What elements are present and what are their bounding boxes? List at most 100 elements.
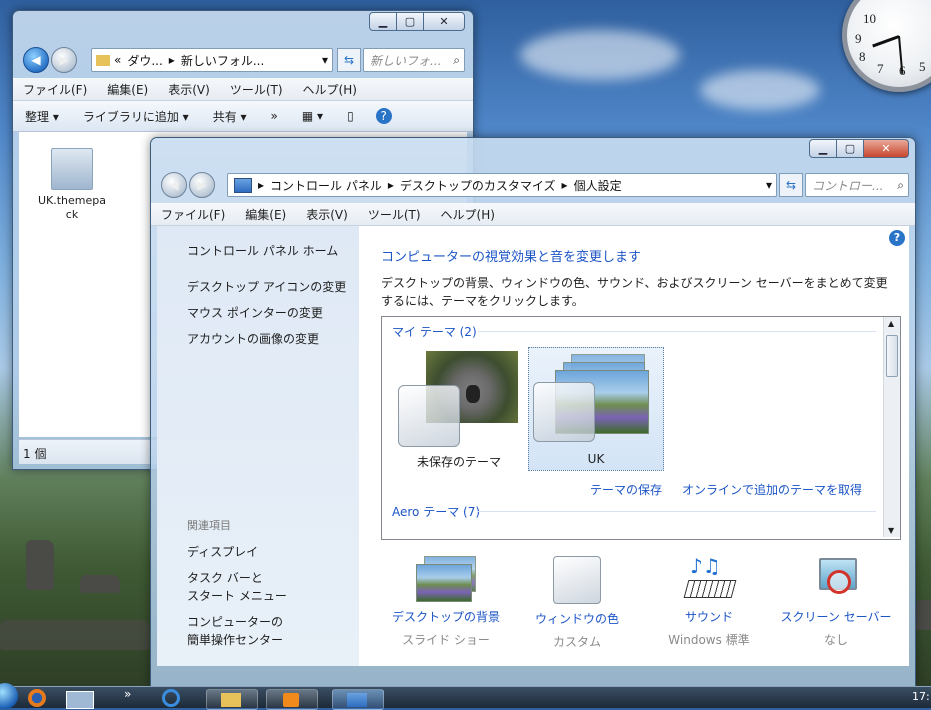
account-picture-link[interactable]: アカウントの画像の変更 bbox=[187, 330, 319, 347]
back-button[interactable]: ◀ bbox=[23, 47, 49, 73]
cp-address-bar[interactable]: ▸ コントロール パネル ▸ デスクトップのカスタマイズ ▸ 個人設定 ▾ bbox=[227, 173, 777, 197]
menu-item[interactable]: ファイル(F) bbox=[13, 81, 97, 98]
clock-hour-hand bbox=[872, 35, 900, 48]
clock-numeral: 5 bbox=[919, 59, 926, 74]
menu-item[interactable]: 編集(E) bbox=[97, 81, 158, 98]
forward-button[interactable]: ▶ bbox=[189, 172, 215, 198]
help-icon[interactable]: ? bbox=[375, 108, 392, 124]
chevron-down-icon[interactable]: ▾ bbox=[766, 178, 776, 192]
scrollbar-thumb[interactable] bbox=[886, 335, 898, 377]
screen-saver-icon bbox=[813, 556, 859, 602]
setting-sub: Windows 標準 bbox=[668, 633, 750, 647]
menu-item[interactable]: ツール(T) bbox=[220, 81, 293, 98]
cp-search-input[interactable]: コントロー... ⌕ bbox=[805, 173, 909, 197]
overflow-icon[interactable]: » bbox=[124, 687, 131, 701]
file-item[interactable]: UK.themepack bbox=[37, 148, 107, 222]
screen-saver-item[interactable]: スクリーン セーバー なし bbox=[771, 556, 901, 648]
explorer-caption-buttons: ▁ ▢ ✕ bbox=[369, 12, 465, 31]
show-desktop-icon[interactable] bbox=[66, 691, 94, 709]
organize-button[interactable]: 整理 ▾ bbox=[13, 108, 71, 125]
menu-item[interactable]: 表示(V) bbox=[158, 81, 220, 98]
koala-nose bbox=[466, 385, 480, 403]
group-divider bbox=[478, 331, 876, 332]
search-placeholder: 新しいフォ... bbox=[370, 53, 442, 68]
chevron-right-icon: ▸ bbox=[168, 53, 175, 67]
breadcrumb-item[interactable]: 個人設定 bbox=[574, 177, 622, 194]
menu-item[interactable]: 表示(V) bbox=[296, 206, 358, 223]
more-button[interactable]: » bbox=[259, 109, 290, 123]
setting-title: ウィンドウの色 bbox=[534, 612, 619, 626]
breadcrumb-item[interactable]: デスクトップのカスタマイズ bbox=[400, 177, 556, 194]
control-panel-window[interactable]: ▁ ▢ ✕ ◀ ▶ ▸ コントロール パネル ▸ デスクトップのカスタマイズ ▸… bbox=[150, 137, 916, 688]
search-placeholder: コントロー... bbox=[812, 178, 884, 193]
cp-home-link[interactable]: コントロール パネル ホーム bbox=[187, 242, 338, 259]
ie-icon[interactable] bbox=[162, 689, 180, 707]
explorer-address-bar[interactable]: « ダウ... ▸ 新しいフォル... ▾ bbox=[91, 48, 333, 72]
window-glass-thumbnail bbox=[533, 382, 595, 442]
close-button[interactable]: ✕ bbox=[423, 12, 465, 31]
address-part[interactable]: 新しいフォル... bbox=[181, 52, 264, 69]
file-name: UK.themepack bbox=[37, 194, 107, 221]
menu-item[interactable]: ファイル(F) bbox=[151, 206, 235, 223]
maximize-button[interactable]: ▢ bbox=[396, 12, 424, 31]
firefox-icon[interactable] bbox=[28, 689, 46, 707]
scroll-up-arrow[interactable]: ▲ bbox=[888, 319, 894, 328]
media-player-icon bbox=[283, 693, 299, 707]
clock-gadget[interactable]: 10 9 8 7 6 5 bbox=[842, 0, 931, 92]
scroll-down-arrow[interactable]: ▼ bbox=[888, 526, 894, 535]
taskbar-link[interactable]: タスク バーと スタート メニュー bbox=[187, 569, 287, 605]
desktop-background-item[interactable]: デスクトップの背景 スライド ショー bbox=[381, 556, 511, 648]
close-button[interactable]: ✕ bbox=[863, 139, 909, 158]
desktop-stone bbox=[26, 540, 54, 590]
theme-tile-unsaved[interactable]: 未保存のテーマ bbox=[394, 345, 524, 469]
breadcrumb-item[interactable]: コントロール パネル bbox=[270, 177, 382, 194]
view-options-icon[interactable]: ▦ ▾ bbox=[290, 109, 335, 123]
forward-button[interactable]: ▶ bbox=[51, 47, 77, 73]
folder-icon bbox=[96, 54, 110, 66]
aero-themes-label: Aero テーマ (7) bbox=[392, 505, 481, 519]
themepack-file-icon bbox=[51, 148, 93, 190]
cp-menu-bar: ファイル(F) 編集(E) 表示(V) ツール(T) ヘルプ(H) bbox=[151, 203, 915, 226]
address-part[interactable]: ダウ... bbox=[127, 52, 162, 69]
preview-pane-icon[interactable]: ▯ bbox=[335, 109, 366, 123]
display-link[interactable]: ディスプレイ bbox=[187, 543, 258, 560]
back-button[interactable]: ◀ bbox=[161, 172, 187, 198]
theme-list-scrollbar[interactable]: ▲ ▼ bbox=[883, 317, 900, 537]
music-note-icon: ♪♫ bbox=[690, 554, 721, 578]
address-part[interactable]: « bbox=[114, 53, 121, 67]
ease-of-access-link[interactable]: コンピューターの 簡単操作センター bbox=[187, 613, 283, 649]
help-icon[interactable]: ? bbox=[889, 230, 905, 246]
minimize-button[interactable]: ▁ bbox=[809, 139, 837, 158]
mouse-pointer-link[interactable]: マウス ポインターの変更 bbox=[187, 304, 323, 321]
my-themes-label: マイ テーマ (2) bbox=[392, 325, 477, 339]
menu-item[interactable]: 編集(E) bbox=[235, 206, 296, 223]
clock-numeral: 8 bbox=[859, 49, 866, 64]
menu-item[interactable]: ヘルプ(H) bbox=[431, 206, 505, 223]
sound-icon: ♪♫ bbox=[683, 554, 737, 602]
desktop-icons-link[interactable]: デスクトップ アイコンの変更 bbox=[187, 278, 346, 295]
window-glass-thumbnail bbox=[398, 385, 460, 447]
explorer-toolbar: 整理 ▾ ライブラリに追加 ▾ 共有 ▾ » ▦ ▾ ▯ ? bbox=[13, 101, 473, 132]
start-orb[interactable] bbox=[0, 683, 18, 709]
save-theme-link[interactable]: テーマの保存 bbox=[590, 481, 662, 498]
maximize-button[interactable]: ▢ bbox=[836, 139, 864, 158]
chevron-down-icon[interactable]: ▾ bbox=[322, 53, 332, 67]
theme-name: UK bbox=[587, 452, 605, 466]
setting-sub: カスタム bbox=[552, 635, 601, 649]
refresh-icon[interactable]: ⇆ bbox=[779, 173, 803, 197]
sound-item[interactable]: ♪♫ サウンド Windows 標準 bbox=[649, 554, 769, 648]
theme-tile-uk[interactable]: UK bbox=[528, 347, 664, 471]
menu-item[interactable]: ツール(T) bbox=[358, 206, 431, 223]
minimize-button[interactable]: ▁ bbox=[369, 12, 397, 31]
explorer-search-input[interactable]: 新しいフォ... ⌕ bbox=[363, 48, 465, 72]
theme-list[interactable]: マイ テーマ (2) 未保存のテーマ UK テーマの保存 オンラインで追加のテー… bbox=[381, 316, 901, 540]
menu-item[interactable]: ヘルプ(H) bbox=[293, 81, 367, 98]
share-button[interactable]: 共有 ▾ bbox=[201, 108, 259, 125]
search-icon: ⌕ bbox=[453, 52, 460, 67]
get-more-themes-link[interactable]: オンラインで追加のテーマを取得 bbox=[682, 481, 862, 498]
clock-time[interactable]: 17: bbox=[912, 690, 930, 703]
related-header: 関連項目 bbox=[187, 519, 231, 532]
refresh-icon[interactable]: ⇆ bbox=[337, 48, 361, 72]
window-color-item[interactable]: ウィンドウの色 カスタム bbox=[517, 556, 637, 650]
add-to-library-button[interactable]: ライブラリに追加 ▾ bbox=[71, 108, 201, 125]
